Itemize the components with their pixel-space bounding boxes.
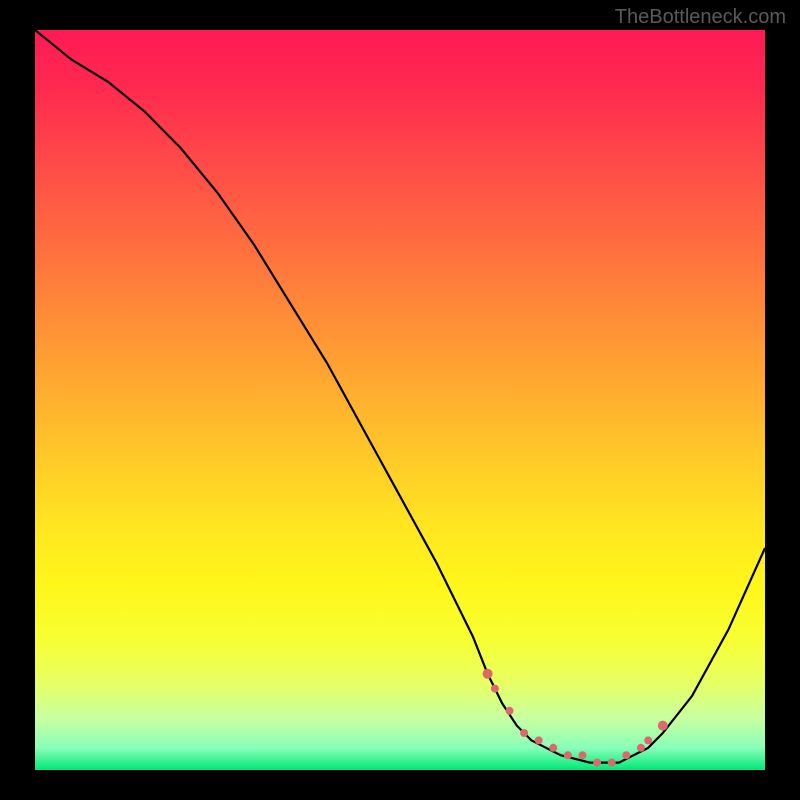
marker-point [593,759,601,767]
chart-plot-area [35,30,765,770]
marker-point [608,759,616,767]
marker-point [658,721,668,731]
marker-point [491,685,499,693]
bottleneck-curve-line [35,30,765,763]
marker-point [549,744,557,752]
marker-point [637,744,645,752]
marker-point [564,751,572,759]
marker-point [622,751,630,759]
marker-point [506,707,514,715]
marker-point [520,729,528,737]
chart-svg [35,30,765,770]
marker-point [579,751,587,759]
watermark-text: TheBottleneck.com [615,6,786,29]
marker-point [535,736,543,744]
marker-point [644,736,652,744]
marker-point [483,669,493,679]
